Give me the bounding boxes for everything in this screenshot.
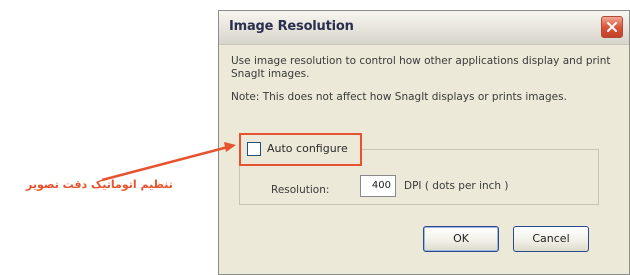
screenshot-stage: Image Resolution Use image resolution to… bbox=[0, 0, 630, 275]
arrow-icon bbox=[101, 142, 236, 182]
annotation-label: تنظیم اتوماتیک دقت تصویر bbox=[26, 178, 173, 191]
